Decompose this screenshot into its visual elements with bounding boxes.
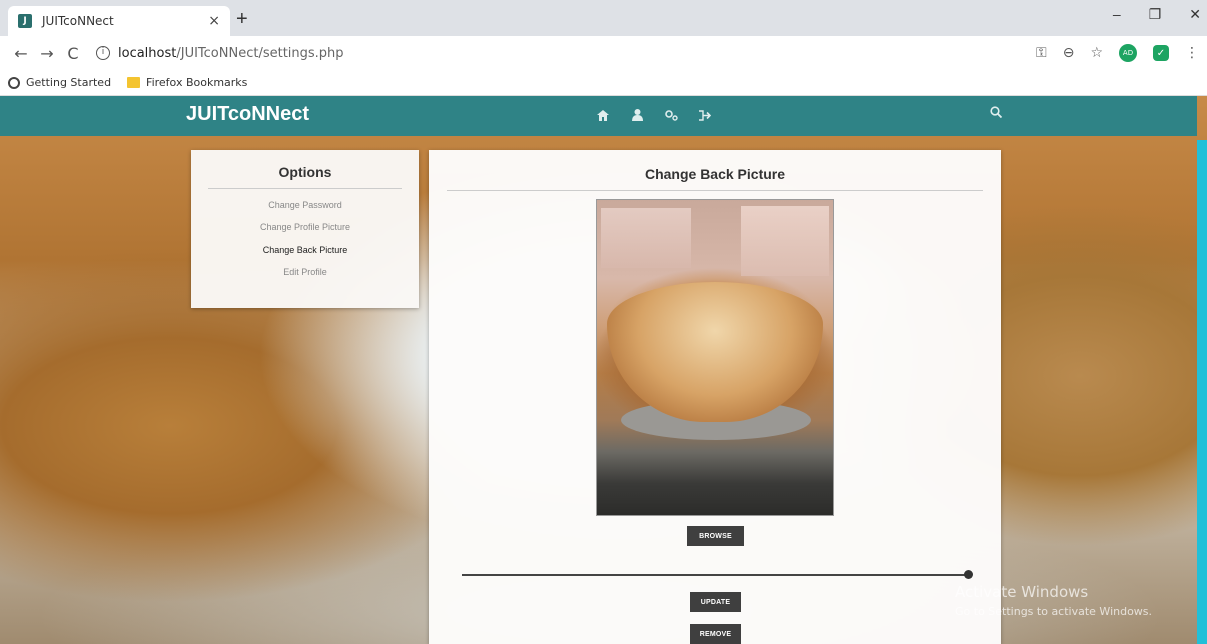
photo-chair-right xyxy=(741,206,829,276)
new-tab-button[interactable]: + xyxy=(236,8,248,31)
bookmark-getting-started[interactable]: Getting Started xyxy=(8,76,111,89)
option-change-back-picture[interactable]: Change Back Picture xyxy=(191,245,419,255)
option-edit-profile[interactable]: Edit Profile xyxy=(191,267,419,277)
logout-icon[interactable] xyxy=(698,108,712,122)
tab-title: JUITcoNNect xyxy=(42,14,114,28)
watermark-line-1: Activate Windows xyxy=(955,583,1089,601)
panel-title: Change Back Picture xyxy=(644,166,786,182)
forward-arrow-icon[interactable]: → xyxy=(34,44,60,63)
site-favicon-icon: J xyxy=(18,14,32,28)
browser-tab[interactable]: J JUITcoNNect × xyxy=(8,6,230,36)
bookmark-label: Firefox Bookmarks xyxy=(146,76,248,89)
page-viewport: JUITcoNNect Options Change Password Chan… xyxy=(0,96,1207,644)
back-arrow-icon[interactable]: ← xyxy=(8,44,34,63)
settings-icon[interactable] xyxy=(664,108,678,122)
options-title: Options xyxy=(278,164,332,180)
browser-tab-bar: J JUITcoNNect × + – ❐ ✕ xyxy=(0,0,1207,36)
restore-button[interactable]: ❐ xyxy=(1149,6,1162,23)
extension-shield-icon[interactable]: ✓ xyxy=(1153,45,1169,61)
address-bar[interactable]: i localhost/JUITcoNNect/settings.php xyxy=(96,46,344,61)
back-picture-preview xyxy=(597,200,833,515)
search-icon[interactable] xyxy=(990,106,1003,121)
option-change-password[interactable]: Change Password xyxy=(191,200,419,210)
activate-windows-watermark: Activate Windows Go to Settings to activ… xyxy=(955,583,1152,618)
bookmark-label: Getting Started xyxy=(26,76,112,89)
site-brand[interactable]: JUITcoNNect xyxy=(186,103,309,126)
reload-icon[interactable]: C xyxy=(60,44,86,63)
photo-chair-left xyxy=(601,208,691,268)
url-host: localhost xyxy=(118,45,177,61)
folder-icon xyxy=(127,77,141,88)
photo-bowl xyxy=(607,282,823,422)
star-icon[interactable]: ☆ xyxy=(1090,45,1103,61)
browser-toolbar: ← → C i localhost/JUITcoNNect/settings.p… xyxy=(0,36,1207,70)
home-icon[interactable] xyxy=(596,108,610,122)
change-picture-panel: Change Back Picture BROWSE UPDATE REMOVE xyxy=(429,150,1001,644)
options-panel: Options Change Password Change Profile P… xyxy=(191,150,419,308)
nav-icon-group xyxy=(596,108,712,122)
option-change-profile-picture[interactable]: Change Profile Picture xyxy=(191,222,419,232)
update-button[interactable]: UPDATE xyxy=(690,592,741,612)
browse-button[interactable]: BROWSE xyxy=(687,526,744,546)
remove-button[interactable]: REMOVE xyxy=(690,624,741,644)
zoom-slider-track[interactable] xyxy=(462,574,968,576)
bookmark-firefox-bookmarks[interactable]: Firefox Bookmarks xyxy=(127,76,247,89)
globe-icon xyxy=(8,76,20,89)
url-path: /JUITcoNNect/settings.php xyxy=(176,45,344,61)
minimize-button[interactable]: – xyxy=(1113,6,1121,23)
zoom-slider-thumb[interactable] xyxy=(964,570,973,579)
window-controls: – ❐ ✕ xyxy=(1113,6,1201,23)
close-window-button[interactable]: ✕ xyxy=(1189,6,1201,23)
site-navbar: JUITcoNNect xyxy=(0,96,1197,136)
close-tab-icon[interactable]: × xyxy=(208,13,220,29)
profile-avatar[interactable]: AD xyxy=(1119,44,1137,62)
key-icon[interactable]: ⚿ xyxy=(1036,45,1047,61)
site-info-icon[interactable]: i xyxy=(96,46,110,60)
page-scrollbar[interactable] xyxy=(1197,140,1207,644)
watermark-line-2: Go to Settings to activate Windows. xyxy=(955,605,1153,618)
bookmarks-bar: Getting Started Firefox Bookmarks xyxy=(0,70,1207,96)
divider xyxy=(447,190,983,191)
user-icon[interactable] xyxy=(630,108,644,122)
divider xyxy=(208,188,402,189)
zoom-icon[interactable]: ⊖ xyxy=(1063,45,1075,61)
menu-dots-icon[interactable]: ⋮ xyxy=(1185,45,1199,61)
